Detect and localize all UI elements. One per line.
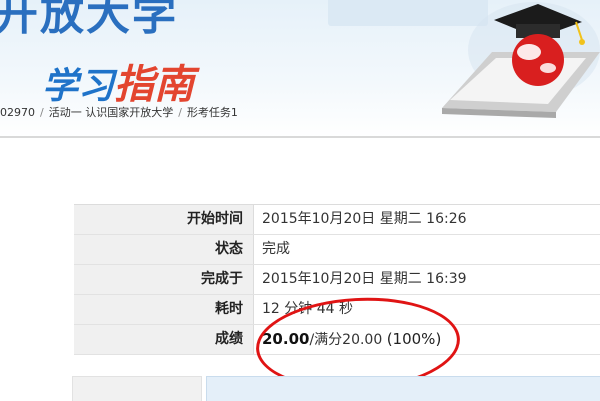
status-label: 状态 [74,235,254,264]
table-row: 完成于 2015年10月20日 星期二 16:39 [74,265,600,295]
breadcrumb: 02970 / 活动一 认识国家开放大学 / 形考任务1 [0,104,238,124]
header-divider [0,136,600,138]
breadcrumb-separator: / [178,105,182,119]
duration-label: 耗时 [74,295,254,324]
breadcrumb-task[interactable]: 形考任务1 [187,104,238,120]
start-time-label: 开始时间 [74,205,254,234]
header-banner: 开放大学 学习指南 02970 / 活动一 认识国家开放大学 / 形考任务1 [0,0,600,138]
completed-at-label: 完成于 [74,265,254,294]
table-row: 开始时间 2015年10月20日 星期二 16:26 [74,205,600,235]
breadcrumb-course-code[interactable]: 02970 [0,106,35,119]
score-label: 成绩 [74,325,254,354]
breadcrumb-activity[interactable]: 活动一 认识国家开放大学 [49,104,174,120]
breadcrumb-separator: / [40,105,44,119]
guide-title-part2: 指南 [114,62,195,108]
completed-at-value: 2015年10月20日 星期二 16:39 [254,265,600,294]
guide-title: 学习指南 [42,52,194,110]
graduation-cap-on-book-icon [442,2,600,118]
start-time-value: 2015年10月20日 星期二 16:26 [254,205,600,234]
guide-title-part1: 学习 [42,66,115,107]
bottom-left-panel [72,376,202,401]
table-row: 状态 完成 [74,235,600,265]
university-title: 开放大学 [0,0,178,40]
status-value: 完成 [254,235,600,264]
bottom-right-panel [206,376,600,401]
